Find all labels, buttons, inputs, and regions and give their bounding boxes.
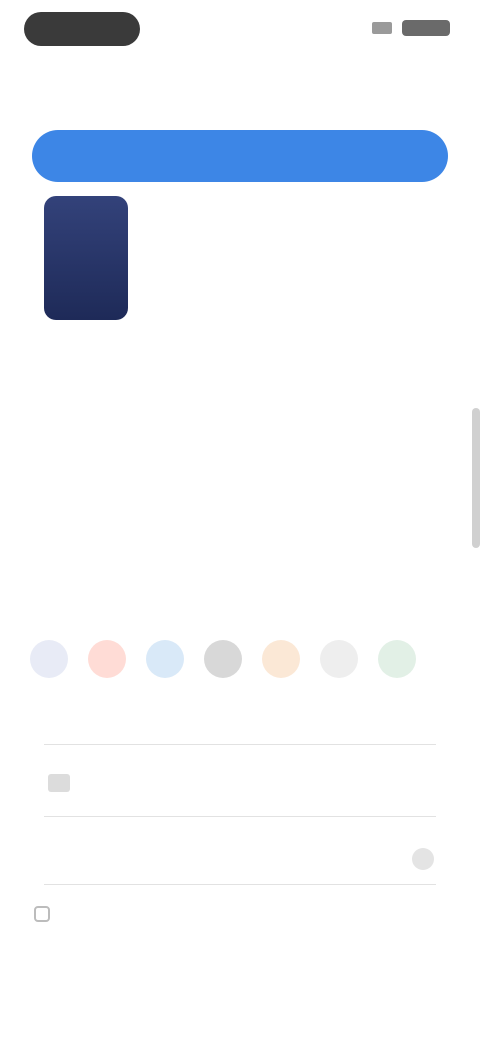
divider (44, 884, 436, 885)
payment-method-7-icon[interactable] (378, 640, 416, 678)
payment-method-6-icon[interactable] (320, 640, 358, 678)
divider (44, 744, 436, 745)
primary-action-button[interactable] (32, 130, 448, 182)
payment-method-3-icon[interactable] (146, 640, 184, 678)
divider (44, 816, 436, 817)
scrollbar-thumb[interactable] (472, 408, 480, 548)
battery-icon (402, 20, 450, 36)
info-icon[interactable] (412, 848, 434, 870)
status-bar (0, 0, 480, 64)
product-image (44, 196, 128, 320)
status-icons (372, 20, 450, 36)
payment-method-5-icon[interactable] (262, 640, 300, 678)
payment-method-1-icon[interactable] (30, 640, 68, 678)
signal-icon (372, 22, 392, 34)
payment-method-4-icon[interactable] (204, 640, 242, 678)
expiry-field[interactable] (44, 830, 224, 838)
save-card-checkbox[interactable] (34, 906, 50, 922)
save-card-option[interactable] (34, 906, 62, 922)
dynamic-island (24, 12, 140, 46)
cvc-field[interactable] (262, 830, 442, 838)
card-icon (48, 774, 70, 792)
payment-methods (30, 640, 416, 678)
payment-method-2-icon[interactable] (88, 640, 126, 678)
